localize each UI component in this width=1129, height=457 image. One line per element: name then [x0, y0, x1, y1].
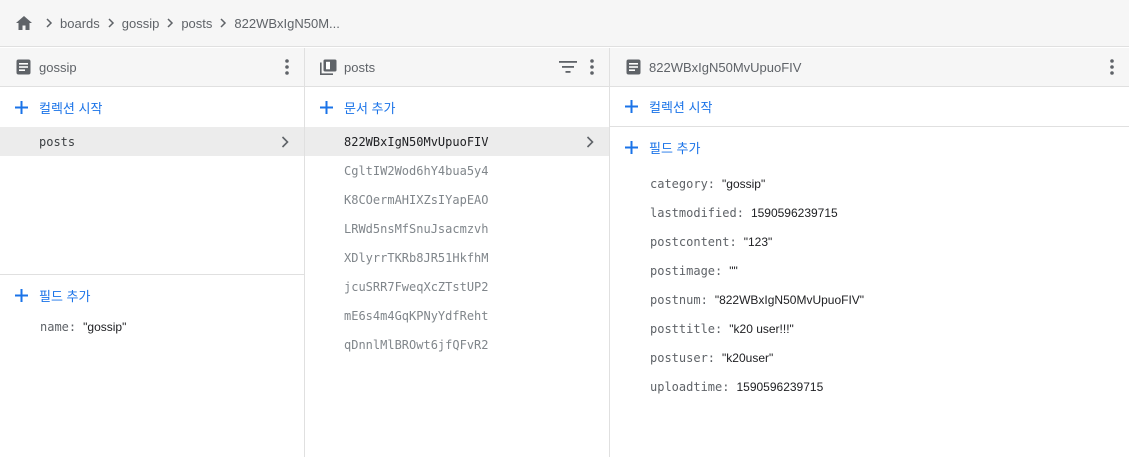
field-key: name [40, 320, 69, 334]
add-field-button[interactable]: 필드 추가 [0, 275, 304, 315]
field-list: category: "gossip" lastmodified:159059623… [610, 167, 1129, 401]
breadcrumb-item-posts[interactable]: posts [181, 16, 212, 31]
field-key: category [650, 176, 708, 191]
field-key: postimage [650, 263, 716, 278]
field-value: "gossip" [722, 176, 766, 191]
field-row[interactable]: uploadtime:1590596239715 [610, 372, 1129, 401]
start-collection-button[interactable]: 컬렉션 시작 [0, 87, 304, 127]
document-item[interactable]: 822WBxIgN50MvUpuoFIV [305, 127, 609, 156]
field-key: postcontent [650, 234, 730, 249]
document-list: 822WBxIgN50MvUpuoFIV CgltIW2Wod6hY4bua5y… [305, 127, 609, 359]
field-value: 1590596239715 [750, 205, 838, 220]
field-row[interactable]: postnum: "822WBxIgN50MvUpuoFIV" [610, 285, 1129, 314]
add-field-label: 필드 추가 [649, 140, 701, 156]
more-vert-icon[interactable] [1107, 57, 1117, 77]
collection-name: posts [39, 134, 76, 149]
field-row[interactable]: category: "gossip" [610, 169, 1129, 198]
document-item[interactable]: CgltIW2Wod6hY4bua5y4 [305, 156, 609, 185]
field-key: lastmodified [650, 205, 737, 220]
panel-header: posts [305, 48, 609, 87]
start-collection-label: 컬렉션 시작 [39, 100, 103, 116]
chevron-right-icon [159, 18, 181, 28]
document-item[interactable]: K8COermAHIXZsIYapEAO [305, 185, 609, 214]
chevron-right-icon [38, 18, 60, 28]
chevron-right-icon [212, 18, 234, 28]
field-value: "gossip" [83, 320, 127, 334]
document-icon [14, 58, 32, 76]
document-id: LRWd5nsMfSnuJsacmzvh [344, 221, 489, 236]
start-collection-button[interactable]: 컬렉션 시작 [610, 87, 1129, 127]
collection-icon [319, 58, 337, 76]
plus-icon [624, 100, 638, 114]
collection-item-posts[interactable]: posts [0, 127, 304, 156]
chevron-right-icon [280, 135, 290, 149]
plus-icon [14, 288, 28, 302]
add-document-button[interactable]: 문서 추가 [305, 87, 609, 127]
document-id: 822WBxIgN50MvUpuoFIV [344, 134, 489, 149]
panel-title: 822WBxIgN50MvUpuoFIV [649, 59, 802, 75]
more-vert-icon[interactable] [282, 57, 292, 77]
start-collection-label: 컬렉션 시작 [649, 100, 713, 115]
add-field-button[interactable]: 필드 추가 [610, 127, 1129, 167]
chevron-right-icon [585, 135, 595, 149]
document-panel: 822WBxIgN50MvUpuoFIV 컬렉션 시작 필드 추가 catego… [610, 48, 1129, 457]
field-value: "" [729, 263, 738, 278]
field-row[interactable]: lastmodified:1590596239715 [610, 198, 1129, 227]
document-id: qDnnlMlBROwt6jfQFvR2 [344, 337, 489, 352]
field-value: "k20 user!!!" [729, 321, 794, 336]
document-item[interactable]: qDnnlMlBROwt6jfQFvR2 [305, 330, 609, 359]
home-icon[interactable] [14, 13, 34, 33]
document-icon [624, 58, 642, 76]
field-row[interactable]: posttitle: "k20 user!!!" [610, 314, 1129, 343]
panel-header: 822WBxIgN50MvUpuoFIV [610, 48, 1129, 87]
add-document-label: 문서 추가 [344, 100, 396, 116]
document-id: mE6s4m4GqKPNyYdfReht [344, 308, 489, 323]
plus-icon [14, 100, 28, 114]
field-value: "k20user" [722, 350, 774, 365]
document-item[interactable]: LRWd5nsMfSnuJsacmzvh [305, 214, 609, 243]
breadcrumb: boards gossip posts 822WBxIgN50M... [0, 0, 1129, 47]
document-item[interactable]: jcuSRR7FweqXcZTstUP2 [305, 272, 609, 301]
panel-header: gossip [0, 48, 304, 87]
panel-title: posts [344, 59, 376, 75]
field-value: 1590596239715 [736, 379, 824, 394]
field-value: "123" [743, 234, 773, 249]
collection-panel: gossip 컬렉션 시작 posts 필드 추가 name: "gossip" [0, 48, 305, 457]
breadcrumb-item-document[interactable]: 822WBxIgN50M... [234, 16, 340, 31]
more-vert-icon[interactable] [587, 57, 597, 77]
field-row[interactable]: name: "gossip" [0, 315, 304, 339]
plus-icon [319, 100, 333, 114]
document-item[interactable]: XDlyrrTKRb8JR51HkfhM [305, 243, 609, 272]
field-key: posttitle [650, 321, 716, 336]
document-id: jcuSRR7FweqXcZTstUP2 [344, 279, 489, 294]
filter-icon[interactable] [558, 58, 578, 76]
document-id: CgltIW2Wod6hY4bua5y4 [344, 163, 489, 178]
documents-panel: posts 문서 추가 822WBxIgN50MvUpuoFIV CgltIW2… [305, 48, 610, 457]
add-field-label: 필드 추가 [39, 288, 91, 304]
field-row[interactable]: postuser: "k20user" [610, 343, 1129, 372]
breadcrumb-item-boards[interactable]: boards [60, 16, 100, 31]
panel-title: gossip [39, 59, 77, 75]
document-id: K8COermAHIXZsIYapEAO [344, 192, 489, 207]
field-key: postnum [650, 292, 701, 307]
field-row[interactable]: postcontent: "123" [610, 227, 1129, 256]
field-key: postuser [650, 350, 708, 365]
collection-list: posts [0, 127, 304, 275]
document-item[interactable]: mE6s4m4GqKPNyYdfReht [305, 301, 609, 330]
chevron-right-icon [100, 18, 122, 28]
field-key: uploadtime [650, 379, 723, 394]
field-row[interactable]: postimage: "" [610, 256, 1129, 285]
field-value: "822WBxIgN50MvUpuoFIV" [714, 292, 865, 307]
breadcrumb-item-gossip[interactable]: gossip [122, 16, 160, 31]
document-id: XDlyrrTKRb8JR51HkfhM [344, 250, 489, 265]
plus-icon [624, 140, 638, 154]
